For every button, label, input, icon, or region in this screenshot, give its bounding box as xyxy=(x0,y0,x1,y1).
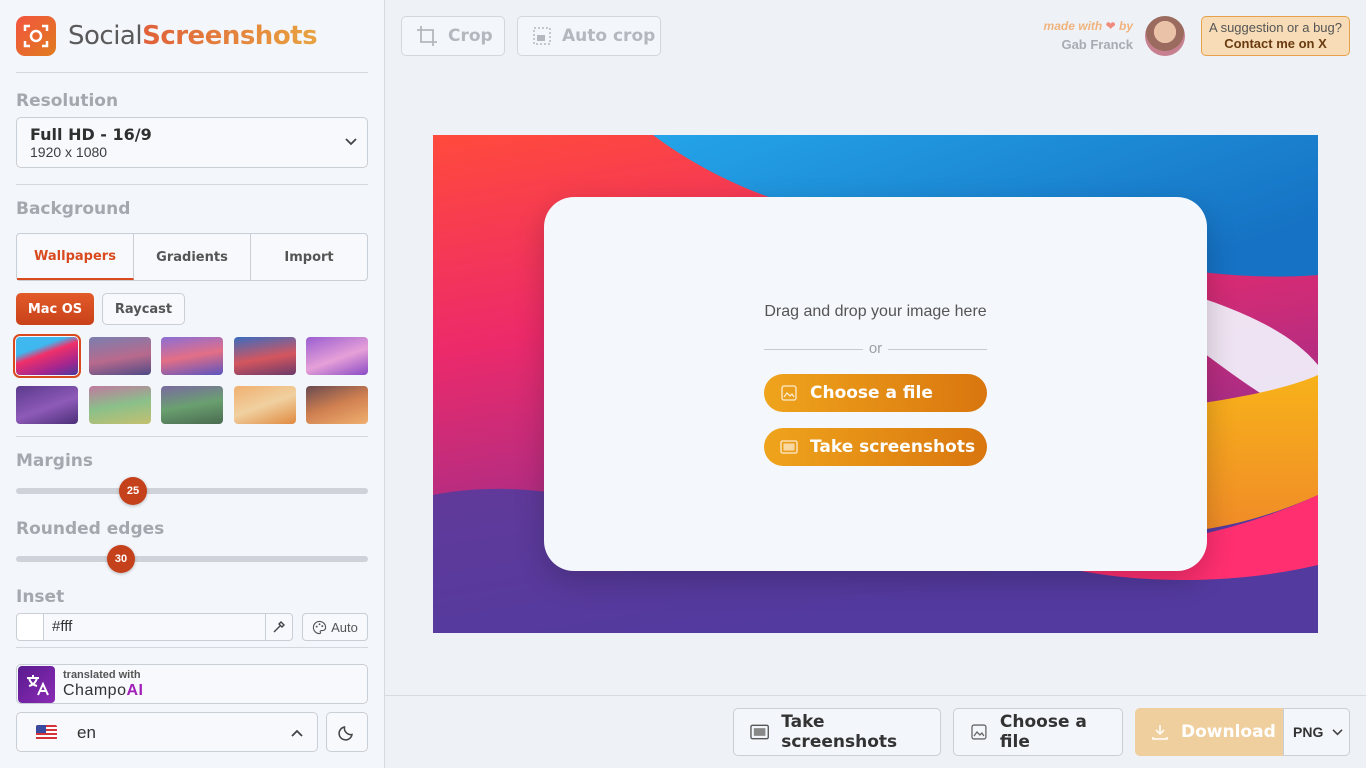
wallpaper-thumb[interactable] xyxy=(306,386,368,424)
bottom-take-screenshots-label: Take screenshots xyxy=(781,712,898,752)
or-line-right xyxy=(888,349,987,350)
wallpaper-thumb[interactable] xyxy=(306,337,368,375)
logo-icon xyxy=(16,16,56,56)
by-text: by xyxy=(1118,19,1133,33)
made-with-credit: made with ❤ by Gab Franck xyxy=(1044,19,1133,52)
or-divider: or xyxy=(764,340,987,358)
eyedropper-icon xyxy=(273,621,285,633)
divider xyxy=(16,436,368,437)
brand-name: SocialScreenshots xyxy=(68,21,318,51)
margins-label: Margins xyxy=(16,451,93,471)
wallpaper-thumb[interactable] xyxy=(234,386,296,424)
resolution-label: Resolution xyxy=(16,91,119,111)
download-label: Download xyxy=(1181,722,1276,742)
bottom-take-screenshots-button[interactable]: Take screenshots xyxy=(733,708,941,756)
brand-name-part2: Screenshots xyxy=(142,21,318,51)
choose-file-label: Choose a file xyxy=(810,383,933,403)
contact-line2: Contact me on X xyxy=(1224,36,1327,51)
contact-button[interactable]: A suggestion or a bug? Contact me on X xyxy=(1201,16,1350,56)
champo-name: ChampoAI xyxy=(63,682,143,700)
tab-gradients[interactable]: Gradients xyxy=(134,234,251,280)
dark-mode-toggle[interactable] xyxy=(326,712,368,752)
resolution-select[interactable]: Full HD - 16/9 1920 x 1080 xyxy=(16,117,368,168)
choose-file-button[interactable]: Choose a file xyxy=(764,374,987,412)
rounded-edges-label: Rounded edges xyxy=(16,519,165,539)
bottom-choose-file-button[interactable]: Choose a file xyxy=(953,708,1123,756)
background-tabs: Wallpapers Gradients Import xyxy=(16,233,368,281)
language-value: en xyxy=(77,723,96,742)
wallpaper-thumb[interactable] xyxy=(161,386,223,424)
image-icon xyxy=(781,385,797,401)
chevron-down-icon xyxy=(345,138,357,146)
divider xyxy=(16,184,368,185)
champo-name-part2: AI xyxy=(126,682,144,699)
translate-icon xyxy=(18,666,55,703)
wallpaper-thumb[interactable] xyxy=(16,386,78,424)
drop-instructions: Drag and drop your image here xyxy=(764,303,987,320)
brand-name-part1: Social xyxy=(68,21,143,51)
format-value: PNG xyxy=(1293,724,1324,740)
divider xyxy=(16,72,368,73)
divider xyxy=(16,647,368,648)
avatar[interactable] xyxy=(1145,16,1185,56)
bottom-choose-file-label: Choose a file xyxy=(999,712,1087,752)
moon-icon xyxy=(338,726,353,741)
rounded-edges-slider-handle[interactable]: 30 xyxy=(107,545,135,573)
inset-label: Inset xyxy=(16,587,65,607)
auto-crop-label: Auto crop xyxy=(562,26,656,46)
inset-auto-label: Auto xyxy=(331,619,358,635)
margins-slider[interactable] xyxy=(16,488,368,494)
screen-icon xyxy=(750,724,769,740)
contact-line1: A suggestion or a bug? xyxy=(1209,20,1342,35)
chip-raycast[interactable]: Raycast xyxy=(102,293,185,325)
wallpaper-thumb[interactable] xyxy=(89,386,151,424)
resolution-size: 1920 x 1080 xyxy=(30,144,108,160)
wallpaper-thumb[interactable] xyxy=(161,337,223,375)
brand[interactable]: SocialScreenshots xyxy=(16,16,318,56)
crop-icon xyxy=(417,26,437,46)
image-icon xyxy=(971,724,987,740)
crop-label: Crop xyxy=(448,26,493,46)
sidebar: SocialScreenshots Resolution Full HD - 1… xyxy=(0,0,385,768)
inset-color-input[interactable]: #fff xyxy=(43,613,266,641)
inset-auto-button[interactable]: Auto xyxy=(302,613,368,641)
palette-icon xyxy=(312,620,327,634)
download-button[interactable]: Download xyxy=(1135,708,1283,756)
chevron-up-icon xyxy=(291,729,303,737)
drop-zone[interactable]: Drag and drop your image here or Choose … xyxy=(544,197,1207,571)
author-name[interactable]: Gab Franck xyxy=(1044,37,1133,52)
rounded-edges-slider[interactable] xyxy=(16,556,368,562)
resolution-title: Full HD - 16/9 xyxy=(30,125,152,144)
crop-button[interactable]: Crop xyxy=(401,16,505,56)
auto-crop-icon xyxy=(533,27,551,45)
background-label: Background xyxy=(16,199,131,219)
heart-icon: ❤ xyxy=(1105,19,1116,33)
margins-slider-handle[interactable]: 25 xyxy=(119,477,147,505)
language-select[interactable]: en xyxy=(16,712,318,752)
chevron-down-icon xyxy=(1332,728,1343,735)
tab-import[interactable]: Import xyxy=(251,234,367,280)
chip-macos[interactable]: Mac OS xyxy=(16,293,94,325)
format-select[interactable]: PNG xyxy=(1283,708,1350,756)
wallpaper-thumb[interactable] xyxy=(89,337,151,375)
made-with-text: made with xyxy=(1043,19,1103,33)
eyedropper-button[interactable] xyxy=(265,613,293,641)
auto-crop-button[interactable]: Auto crop xyxy=(517,16,661,56)
inset-color-swatch[interactable] xyxy=(16,613,44,641)
tab-wallpapers[interactable]: Wallpapers xyxy=(17,234,134,280)
wallpaper-thumb[interactable] xyxy=(13,334,81,378)
champo-small-text: translated with xyxy=(63,669,141,681)
made-with-line: made with ❤ by xyxy=(1044,19,1133,33)
us-flag-icon xyxy=(36,725,57,740)
take-screenshots-label: Take screenshots xyxy=(810,437,976,457)
download-icon xyxy=(1152,725,1168,740)
screen-icon xyxy=(780,440,798,454)
champo-ai-badge[interactable]: translated with ChampoAI xyxy=(16,664,368,704)
wallpaper-thumb[interactable] xyxy=(234,337,296,375)
champo-name-part1: Champo xyxy=(63,682,127,699)
take-screenshots-button[interactable]: Take screenshots xyxy=(764,428,987,466)
